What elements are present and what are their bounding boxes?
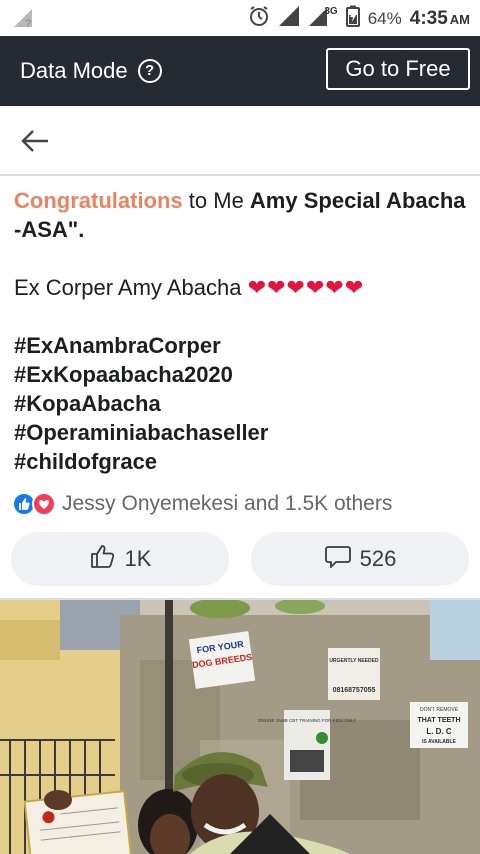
hashtag-link[interactable]: #childofgrace xyxy=(14,447,466,476)
sign-teeth-line1: DON'T REMOVE xyxy=(420,707,459,713)
post-line2: Ex Corper Amy Abacha xyxy=(14,275,248,300)
post-second-line: Ex Corper Amy Abacha ❤❤❤❤❤❤ xyxy=(14,273,466,302)
heart-emojis-icon: ❤❤❤❤❤❤ xyxy=(247,275,365,300)
hashtag-link[interactable]: #ExKopaabacha2020 xyxy=(14,360,466,389)
cell-signal-icon xyxy=(278,5,300,32)
sign-urgently-needed: URGENTLY NEEDED xyxy=(329,658,379,664)
network-type: 3G xyxy=(324,6,338,17)
sign-teeth-line3: L. D. C xyxy=(426,727,452,736)
sign-phone: 08168757055 xyxy=(333,687,376,694)
post-first-line: Congratulations to Me Amy Special Abacha… xyxy=(14,186,466,244)
alarm-icon xyxy=(248,5,270,32)
post-body: Congratulations to Me Amy Special Abacha… xyxy=(0,176,480,476)
like-count: 1K xyxy=(124,546,152,571)
hashtag-link[interactable]: #ExAnambraCorper xyxy=(14,331,466,360)
like-button[interactable]: 1K xyxy=(11,532,229,586)
reaction-summary[interactable]: Jessy Onyemekesi and 1.5K others xyxy=(0,484,480,524)
back-arrow-icon[interactable] xyxy=(20,128,50,154)
sign-jamb: ONLINE JAMB CBT TRAINING FOR KIDS ONLY xyxy=(258,718,357,723)
signal-strength-icon: ? xyxy=(12,7,36,34)
sign-teeth-line2: THAT TEETH xyxy=(417,717,460,724)
comment-count: 526 xyxy=(359,546,397,571)
post-text-middle: to Me xyxy=(182,188,250,213)
post-photo[interactable]: FOR YOUR DOG BREEDS URGENTLY NEEDED 0816… xyxy=(0,600,480,854)
hashtag-link[interactable]: #Operaminiabachaseller xyxy=(14,418,466,447)
sign-teeth-line4: IS AVAILABLE xyxy=(422,739,456,745)
battery-percent: 64% xyxy=(367,8,402,28)
data-mode-bar: Data Mode ? Go to Free xyxy=(0,36,480,106)
hashtag-link[interactable]: #KopaAbacha xyxy=(14,389,466,418)
clock-ampm: AM xyxy=(449,11,470,27)
help-icon[interactable]: ? xyxy=(137,59,162,83)
status-bar: ? 3G 64% 4:35 AM xyxy=(0,0,480,36)
thumbs-up-icon xyxy=(89,542,117,576)
battery-icon xyxy=(345,5,360,32)
love-reaction-icon xyxy=(32,492,56,516)
reaction-text: Jessy Onyemekesi and 1.5K others xyxy=(62,492,393,515)
data-mode-label: Data Mode xyxy=(20,58,128,83)
clock-time: 4:35 xyxy=(409,7,448,29)
congrats-word: Congratulations xyxy=(14,188,183,213)
comment-bubble-icon xyxy=(324,542,352,576)
go-to-free-button[interactable]: Go to Free xyxy=(326,48,470,90)
svg-text:?: ? xyxy=(25,18,31,29)
comment-button[interactable]: 526 xyxy=(251,532,469,586)
nav-row xyxy=(0,106,480,176)
action-bar: 1K 526 xyxy=(0,532,480,586)
